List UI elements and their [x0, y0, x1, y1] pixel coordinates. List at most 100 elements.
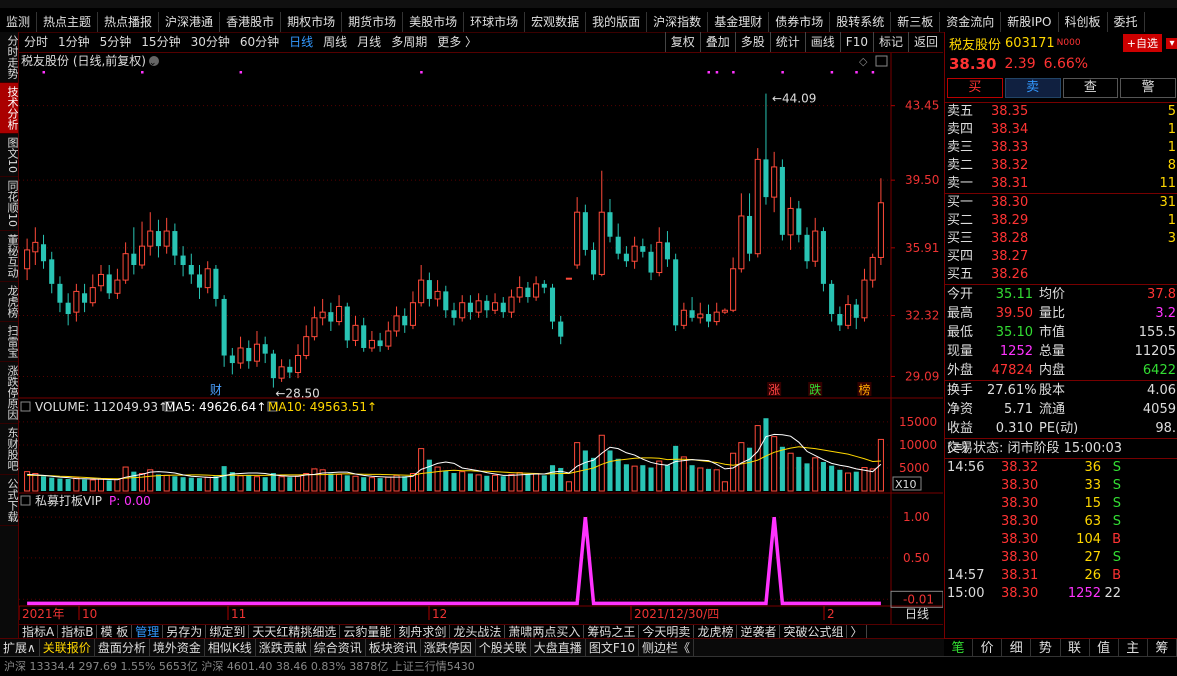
candle[interactable] [196, 265, 203, 299]
candle[interactable] [368, 331, 375, 352]
candle[interactable] [434, 280, 441, 307]
candle[interactable] [303, 325, 310, 360]
period-tab[interactable]: 15分钟 [136, 32, 185, 52]
candle[interactable] [426, 272, 432, 307]
event-marker[interactable]: 财 [210, 383, 222, 397]
indicator-tab[interactable]: 突破公式组 [780, 625, 848, 639]
candle[interactable] [845, 295, 852, 330]
candle[interactable] [172, 223, 178, 265]
top-nav-item[interactable]: 科创板 [1059, 12, 1108, 32]
top-nav-item[interactable]: 新股IPO [1001, 12, 1059, 32]
candle[interactable] [361, 317, 367, 352]
candle[interactable] [779, 159, 785, 241]
top-nav-item[interactable]: 基金理财 [708, 12, 770, 32]
candle[interactable] [246, 340, 252, 369]
indicator-tab[interactable]: 云豹量能 [340, 625, 396, 639]
candle[interactable] [796, 200, 802, 243]
top-nav-item[interactable]: 沪深港通 [159, 12, 221, 32]
candle[interactable] [328, 302, 334, 331]
candle[interactable] [598, 170, 605, 277]
event-marker[interactable]: 榜 [858, 382, 870, 397]
candle[interactable] [607, 199, 613, 243]
candle[interactable] [525, 281, 531, 303]
candle[interactable] [754, 148, 761, 258]
left-rail-item[interactable]: 同花顺10 [0, 177, 19, 231]
indicator-tab[interactable]: 萧啸两点买入 [505, 625, 585, 639]
candle[interactable] [574, 197, 581, 269]
bottom-bar-item[interactable]: 大盘直播 [531, 639, 586, 657]
period-tab[interactable]: 更多 〉 [432, 32, 482, 52]
period-tab[interactable]: 1分钟 [53, 32, 95, 52]
trade-action-button[interactable]: 查 [1062, 78, 1119, 98]
bottom-bar-item[interactable]: 侧边栏《 [639, 639, 695, 657]
left-rail-item[interactable]: 董秘互动 [0, 231, 19, 282]
candle[interactable] [237, 336, 244, 369]
top-nav-item[interactable]: 新三板 [891, 12, 941, 32]
candle[interactable] [188, 253, 194, 284]
bottom-bar-item[interactable]: 涨跌贡献 [256, 639, 311, 657]
left-rail-item[interactable]: 龙虎榜 [0, 282, 19, 322]
top-nav-item[interactable]: 股转系统 [830, 12, 892, 32]
candle[interactable] [484, 295, 490, 318]
period-tab[interactable]: 周线 [318, 32, 352, 52]
top-nav-item[interactable]: 环球市场 [464, 12, 526, 32]
candle[interactable] [114, 268, 121, 299]
candle[interactable] [352, 315, 359, 347]
candle[interactable] [516, 276, 523, 303]
candle[interactable] [615, 223, 621, 260]
candle[interactable] [122, 242, 129, 284]
candle[interactable] [459, 295, 466, 322]
candle[interactable] [829, 280, 835, 322]
candle[interactable] [508, 289, 515, 318]
candle[interactable] [631, 236, 638, 269]
top-nav-item[interactable]: 期货市场 [342, 12, 404, 32]
candle[interactable] [820, 227, 826, 292]
bottom-bar-item[interactable]: 相似K线 [205, 639, 256, 657]
top-nav-item[interactable]: 资金流向 [940, 12, 1002, 32]
candle[interactable] [89, 274, 96, 307]
event-marker[interactable]: 跌 [809, 382, 821, 397]
left-rail-item[interactable]: 公式下载 [0, 475, 19, 526]
candle[interactable] [533, 276, 540, 301]
candle[interactable] [40, 234, 47, 269]
top-nav-item[interactable]: 我的版面 [586, 12, 648, 32]
candle[interactable] [393, 306, 400, 337]
candle[interactable] [697, 302, 704, 324]
chevron-down-icon[interactable]: ⌄ [149, 58, 157, 68]
candle[interactable] [565, 277, 572, 280]
left-rail-item[interactable]: 涨跌停原因 [0, 362, 19, 424]
candle[interactable] [877, 178, 884, 265]
candle[interactable] [377, 332, 383, 352]
candle[interactable] [451, 302, 457, 326]
indicator-tab[interactable]: 绑定到 [206, 625, 250, 639]
candle[interactable] [213, 265, 219, 307]
bottom-bar-item[interactable]: 综合资讯 [311, 639, 366, 657]
candle[interactable] [409, 291, 416, 330]
toolbar-action-button[interactable]: 叠加 [699, 32, 735, 52]
candle[interactable] [344, 302, 350, 348]
candle[interactable] [853, 298, 859, 330]
candle[interactable] [746, 193, 753, 262]
bottom-bar-item[interactable]: 图文F10 [586, 639, 639, 657]
candle[interactable] [648, 244, 654, 281]
candle[interactable] [221, 295, 227, 367]
bottom-bar-item[interactable]: 扩展∧ [0, 639, 40, 657]
candle[interactable] [812, 217, 819, 267]
candle[interactable] [131, 227, 137, 275]
add-watchlist-button[interactable]: +自选 [1122, 34, 1162, 52]
candle[interactable] [73, 283, 80, 322]
candle[interactable] [673, 253, 679, 331]
indicator-tab[interactable]: 指标A [19, 625, 59, 639]
event-marker[interactable]: 涨 [768, 382, 780, 397]
candle[interactable] [475, 293, 482, 318]
indicator-tab[interactable]: 刻舟求剑 [395, 625, 451, 639]
top-nav-item[interactable]: 美股市场 [403, 12, 465, 32]
top-nav-item[interactable]: 热点播报 [98, 12, 160, 32]
candle[interactable] [147, 212, 154, 256]
candle[interactable] [713, 302, 720, 326]
candle[interactable] [541, 280, 547, 294]
toolbar-action-button[interactable]: 统计 [769, 32, 805, 52]
candle[interactable] [837, 306, 843, 331]
candle[interactable] [467, 295, 473, 320]
toolbar-action-button[interactable]: 标记 [872, 32, 908, 52]
